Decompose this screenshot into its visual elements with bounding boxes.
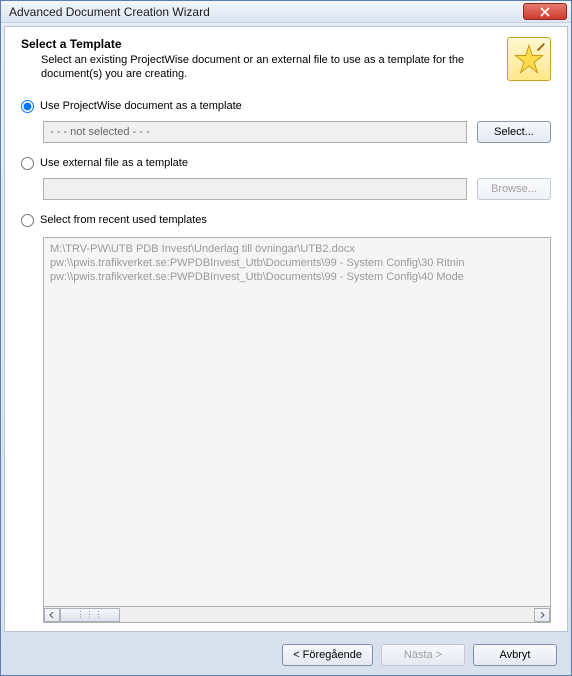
window-title: Advanced Document Creation Wizard: [9, 5, 523, 19]
projectwise-input-row: - - - not selected - - - Select...: [43, 121, 551, 143]
option-projectwise-label: Use ProjectWise document as a template: [40, 100, 242, 112]
header-text: Select a Template Select an existing Pro…: [21, 37, 507, 82]
header: Select a Template Select an existing Pro…: [21, 37, 551, 82]
content-area: Select a Template Select an existing Pro…: [4, 26, 568, 632]
radio-external[interactable]: [21, 157, 34, 170]
close-icon: [540, 7, 550, 17]
button-bar: < Föregående Nästa > Avbryt: [1, 635, 571, 675]
scroll-track[interactable]: ⋮⋮⋮: [60, 608, 534, 622]
close-button[interactable]: [523, 3, 567, 20]
cancel-button[interactable]: Avbryt: [473, 644, 557, 666]
projectwise-field[interactable]: - - - not selected - - -: [43, 121, 467, 143]
select-button[interactable]: Select...: [477, 121, 551, 143]
titlebar: Advanced Document Creation Wizard: [1, 1, 571, 23]
option-recent-label: Select from recent used templates: [40, 214, 207, 226]
list-item[interactable]: M:\TRV-PW\UTB PDB Invest\Underlag till ö…: [50, 242, 544, 256]
list-item[interactable]: pw:\\pwis.trafikverket.se:PWPDBInvest_Ut…: [50, 270, 544, 284]
page-description: Select an existing ProjectWise document …: [21, 53, 507, 82]
scroll-right-button[interactable]: [534, 608, 550, 622]
next-button: Nästa >: [381, 644, 465, 666]
wizard-window: Advanced Document Creation Wizard Select…: [0, 0, 572, 676]
scroll-left-button[interactable]: [44, 608, 60, 622]
radio-projectwise[interactable]: [21, 100, 34, 113]
horizontal-scrollbar[interactable]: ⋮⋮⋮: [43, 607, 551, 623]
recent-list: M:\TRV-PW\UTB PDB Invest\Underlag till ö…: [43, 237, 551, 623]
option-projectwise[interactable]: Use ProjectWise document as a template: [21, 100, 551, 113]
external-input-row: Browse...: [43, 178, 551, 200]
chevron-right-icon: [539, 612, 545, 618]
external-field[interactable]: [43, 178, 467, 200]
option-external-label: Use external file as a template: [40, 157, 188, 169]
page-title: Select a Template: [21, 37, 507, 51]
option-recent[interactable]: Select from recent used templates: [21, 214, 551, 227]
back-button[interactable]: < Föregående: [282, 644, 373, 666]
list-item[interactable]: pw:\\pwis.trafikverket.se:PWPDBInvest_Ut…: [50, 256, 544, 270]
chevron-left-icon: [49, 612, 55, 618]
browse-button: Browse...: [477, 178, 551, 200]
radio-recent[interactable]: [21, 214, 34, 227]
recent-list-content[interactable]: M:\TRV-PW\UTB PDB Invest\Underlag till ö…: [43, 237, 551, 607]
option-external[interactable]: Use external file as a template: [21, 157, 551, 170]
scroll-thumb[interactable]: ⋮⋮⋮: [60, 608, 120, 622]
wizard-icon: [507, 37, 551, 81]
